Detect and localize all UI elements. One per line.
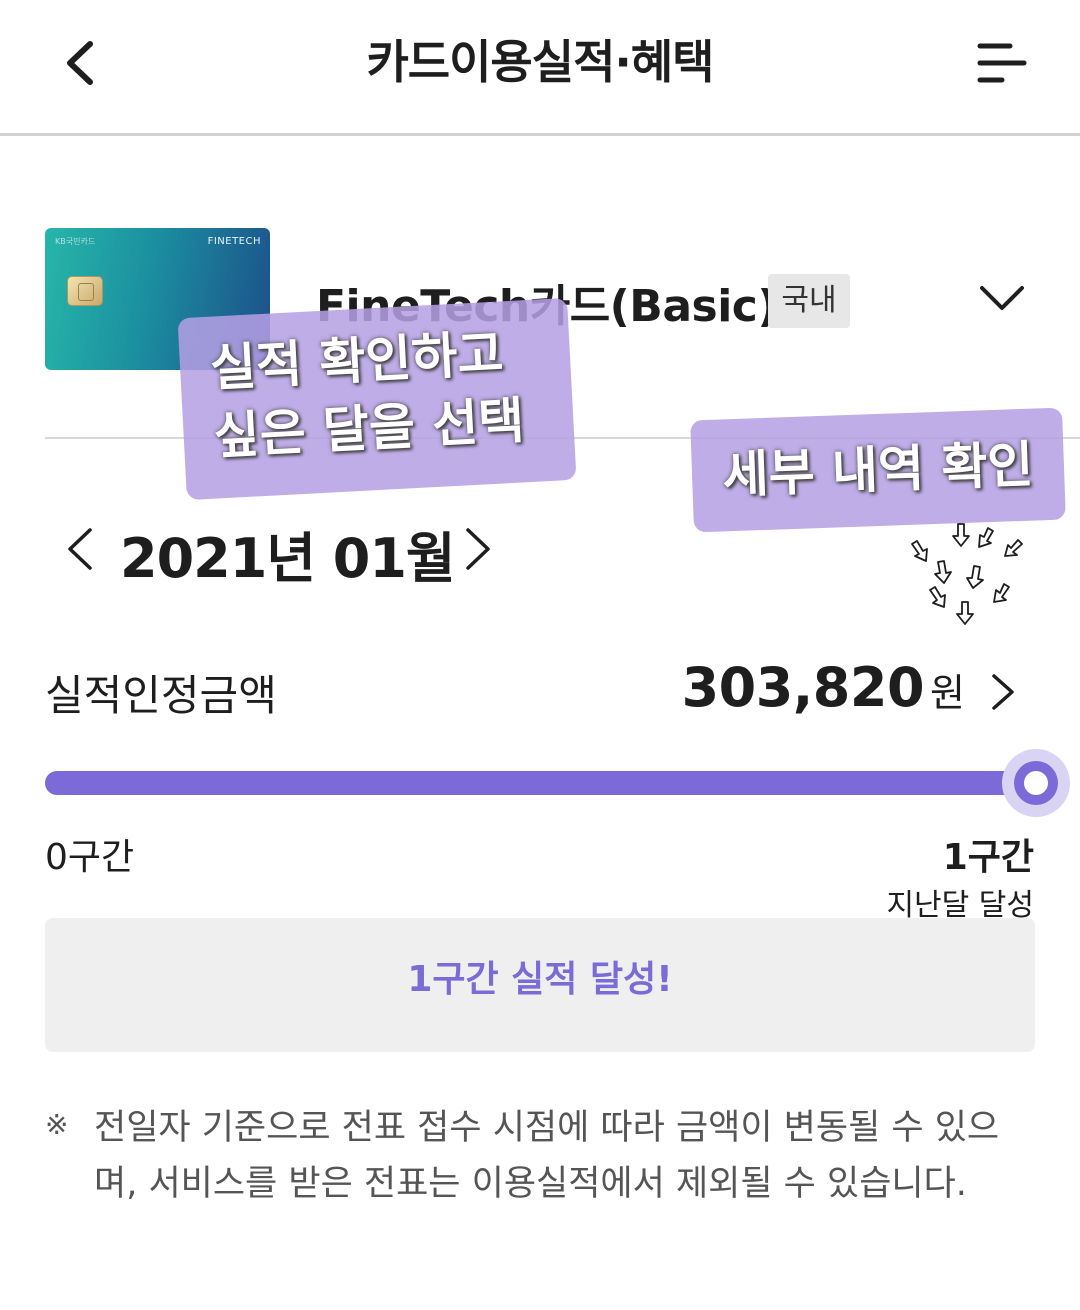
card-select-dropdown[interactable] (974, 278, 1030, 318)
chevron-left-icon (68, 528, 92, 570)
next-month-button[interactable] (460, 524, 496, 574)
app-header: 카드이용실적·혜택 (0, 0, 1080, 136)
footnote-mark: ※ (45, 1108, 69, 1141)
achievement-banner: 1구간 실적 달성! (45, 918, 1035, 1052)
menu-button[interactable] (972, 36, 1032, 92)
annotation-detail: 세부 내역 확인 (690, 407, 1066, 533)
annotation-select-month: 실적 확인하고 싶은 달을 선택 (177, 297, 577, 501)
chevron-down-icon (980, 286, 1024, 310)
footnote-text: 전일자 기준으로 전표 접수 시점에 따라 금액이 변동될 수 있으며, 서비스… (94, 1108, 1000, 1204)
progress-fill (45, 771, 1035, 795)
card-region-badge: 국내 (768, 274, 850, 328)
tier-start-label: 0구간 (45, 837, 135, 878)
selected-month: 2021년 01월 (120, 527, 456, 590)
performance-amount-label: 실적인정금액 (45, 671, 277, 720)
performance-amount-value: 303,820 (681, 656, 925, 719)
card-bank-label: KB국민카드 (55, 237, 96, 246)
amount-detail-button[interactable] (984, 668, 1020, 716)
performance-progress-bar (45, 771, 1035, 795)
arrows-doodle-icon (911, 523, 1023, 625)
progress-knob (1014, 761, 1058, 805)
prev-month-button[interactable] (62, 524, 98, 574)
page-title: 카드이용실적·혜택 (366, 35, 714, 89)
performance-amount-unit: 원 (930, 671, 965, 715)
chevron-right-icon (466, 528, 490, 570)
card-brand-label: FINETECH (207, 236, 261, 247)
menu-icon (977, 43, 1027, 83)
card-chip (67, 276, 103, 306)
performance-amount-link[interactable]: 303,820 원 (682, 656, 965, 719)
tier-end-label: 1구간 (942, 837, 1034, 878)
chevron-right-icon (992, 674, 1014, 710)
